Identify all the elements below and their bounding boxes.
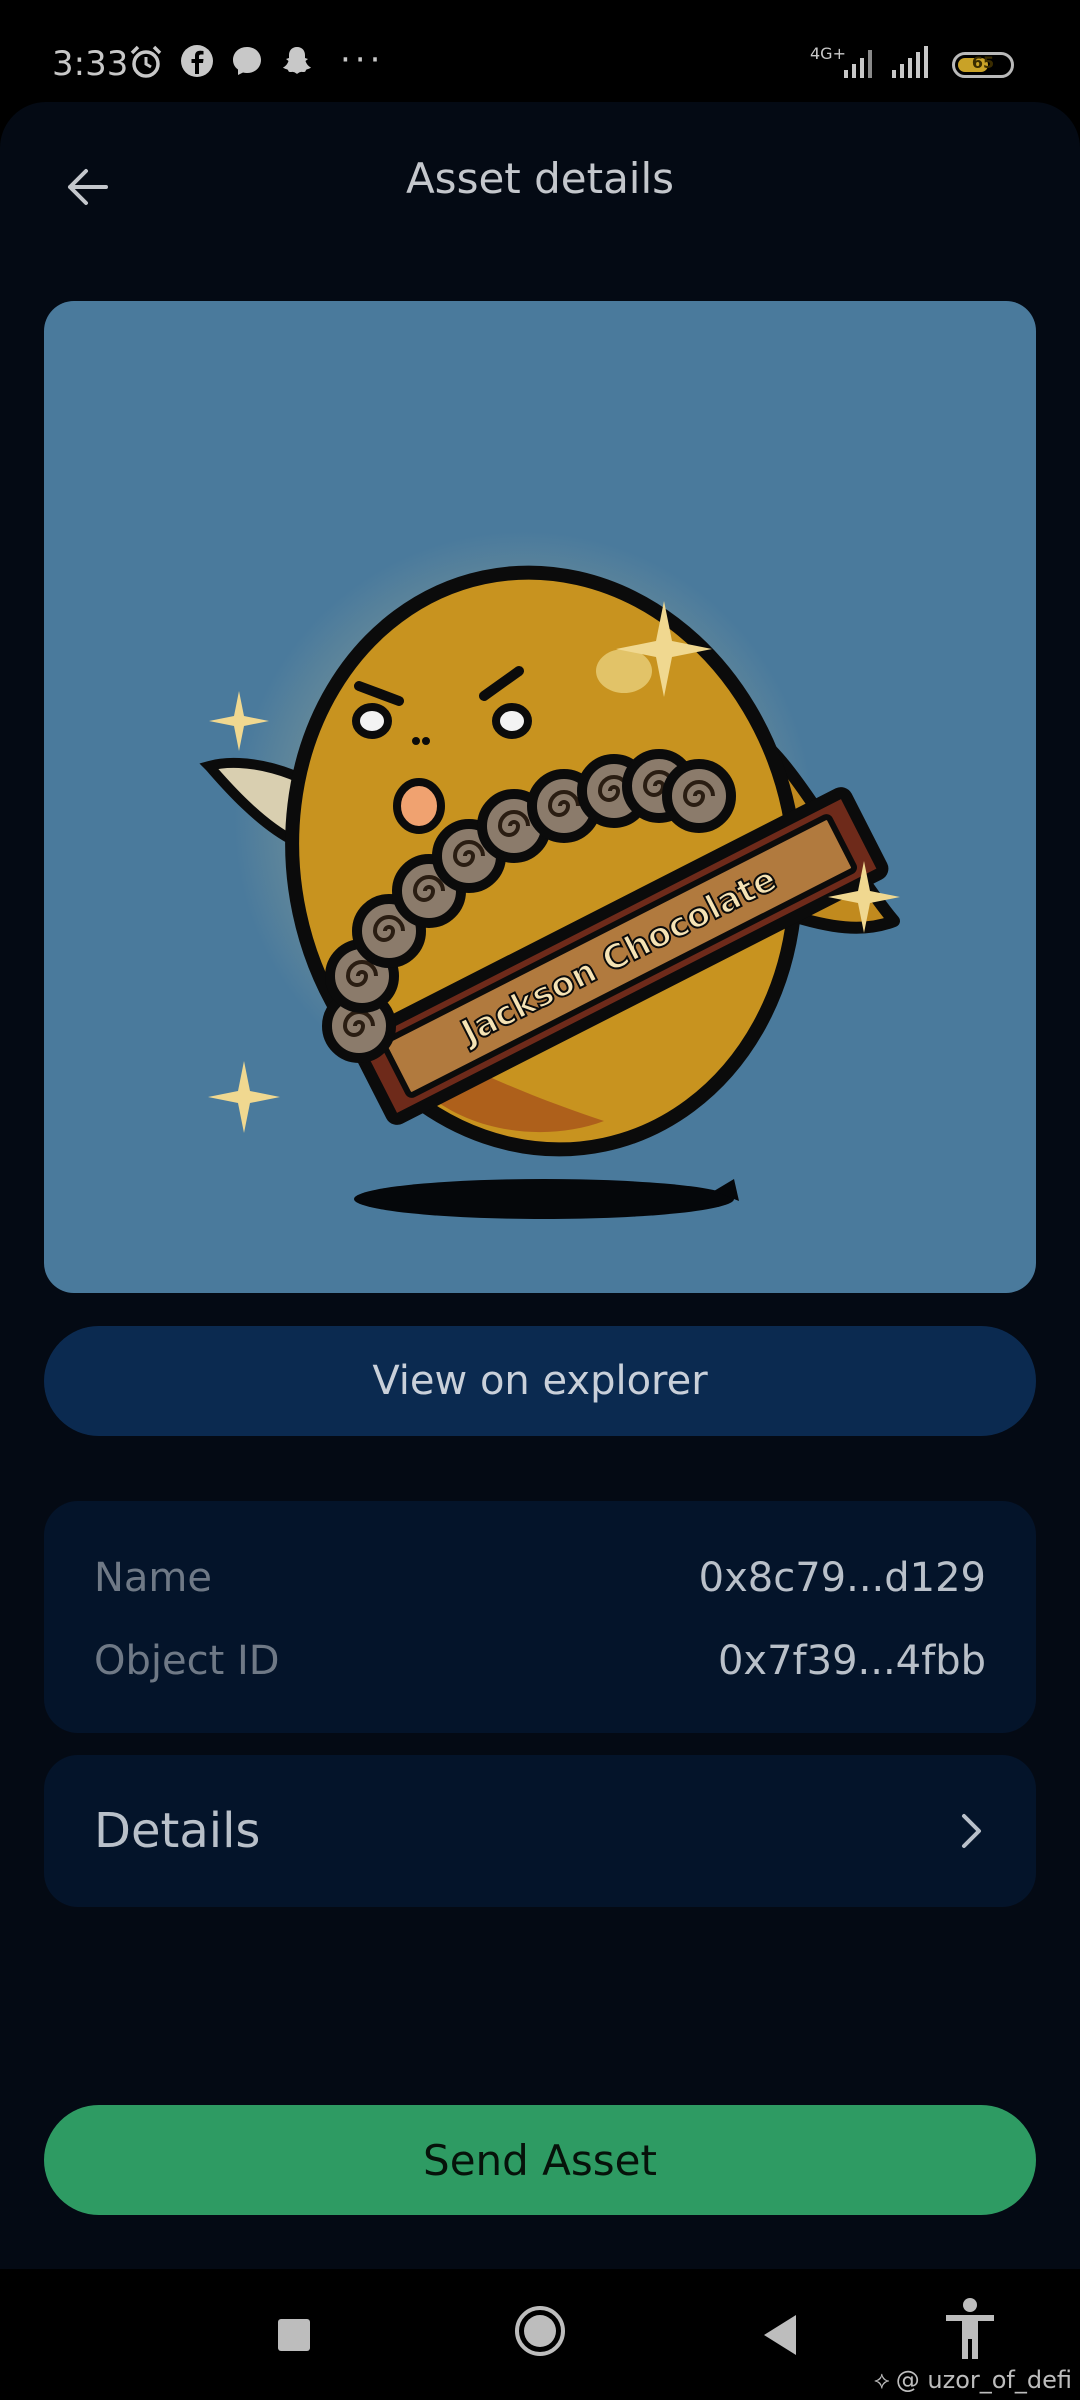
- name-value[interactable]: 0x8c79...d129: [699, 1555, 986, 1601]
- chevron-right-icon: [962, 1814, 981, 1848]
- snapchat-icon: [283, 47, 311, 74]
- accessibility-icon[interactable]: [942, 2297, 998, 2361]
- alarm-icon: [130, 45, 162, 78]
- back-triangle-icon[interactable]: [760, 2313, 800, 2357]
- page-title: Asset details: [405, 154, 675, 203]
- status-time: 3:33: [52, 44, 129, 84]
- nft-fish-mascot-illustration: Jackson Chocolate: [199, 531, 900, 1219]
- status-bar: 3:33 ··· 4G+ 65: [0, 0, 1080, 100]
- watermark: ⟡ @ uzor_of_defi: [874, 2366, 1072, 2394]
- recents-square-icon[interactable]: [276, 2317, 312, 2353]
- info-row-object-id: Object ID 0x7f39...4fbb: [94, 1631, 986, 1691]
- send-asset-button[interactable]: Send Asset: [44, 2105, 1036, 2215]
- name-label: Name: [94, 1555, 213, 1601]
- asset-details-sheet: Asset details Jackson Chocolate View on …: [0, 102, 1080, 2269]
- signal-icon-2: [892, 46, 928, 78]
- network-type: 4G+: [810, 44, 846, 63]
- facebook-icon: [181, 45, 213, 77]
- home-circle-icon[interactable]: [514, 2305, 566, 2357]
- diamond-logo-icon: ⟡: [873, 2366, 890, 2394]
- battery-indicator: 65: [952, 52, 1014, 78]
- watermark-text: @ uzor_of_defi: [895, 2366, 1072, 2394]
- asset-image: Jackson Chocolate: [44, 301, 1036, 1293]
- header: Asset details: [0, 102, 1080, 257]
- view-on-explorer-label: View on explorer: [372, 1358, 708, 1404]
- system-nav-bar: ⟡ @ uzor_of_defi: [0, 2269, 1080, 2400]
- send-asset-label: Send Asset: [423, 2135, 657, 2185]
- details-label: Details: [94, 1803, 261, 1859]
- asset-info-card: Name 0x8c79...d129 Object ID 0x7f39...4f…: [44, 1501, 1036, 1733]
- signal-icon-1: [844, 50, 872, 78]
- view-on-explorer-button[interactable]: View on explorer: [44, 1326, 1036, 1436]
- candy-bead: [662, 759, 736, 833]
- object-id-label: Object ID: [94, 1638, 280, 1684]
- messenger-icon: [233, 47, 261, 75]
- info-row-name: Name 0x8c79...d129: [94, 1548, 986, 1608]
- details-row[interactable]: Details: [44, 1755, 1036, 1907]
- object-id-value[interactable]: 0x7f39...4fbb: [718, 1638, 986, 1684]
- more-dots-icon: ···: [340, 40, 385, 80]
